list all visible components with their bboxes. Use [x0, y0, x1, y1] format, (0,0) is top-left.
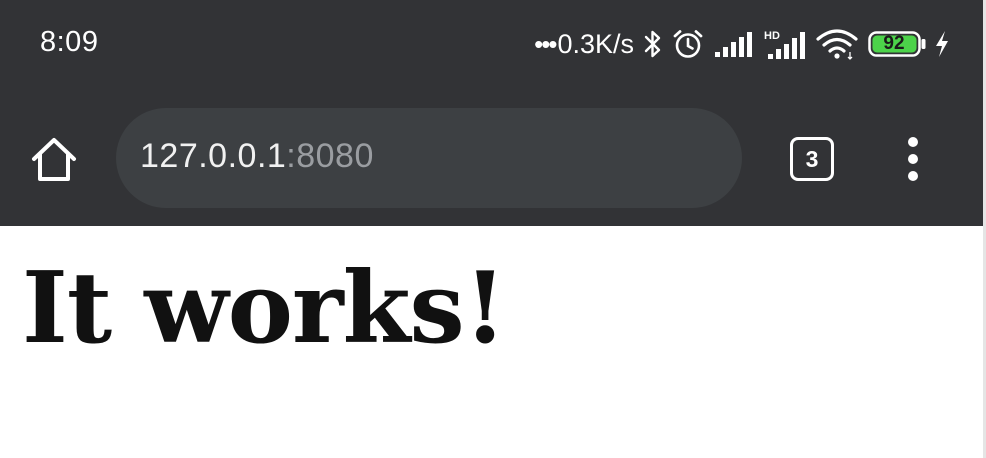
signal-icon: [714, 30, 754, 58]
browser-screen: 8:09 ••• 0.3K/s HD 92 127.0.0.1:8080 3 I…: [0, 0, 986, 458]
status-time: 8:09: [40, 26, 99, 58]
browser-chrome: 8:09 ••• 0.3K/s HD 92 127.0.0.1:8080 3: [0, 0, 986, 226]
tab-switcher-button[interactable]: 3: [790, 137, 834, 181]
url-host: 127.0.0.1: [140, 137, 287, 175]
battery-icon: 92: [868, 31, 926, 57]
page-content: It works!: [0, 226, 986, 458]
charging-icon: [934, 30, 950, 58]
home-button[interactable]: [28, 134, 80, 186]
address-bar[interactable]: 127.0.0.1:8080: [116, 108, 742, 208]
status-icons: ••• 0.3K/s HD 92: [534, 22, 950, 66]
page-heading: It works!: [22, 251, 507, 366]
tab-count: 3: [805, 145, 819, 172]
home-icon: [28, 138, 80, 190]
battery-level: 92: [883, 33, 905, 54]
network-dots: •••: [534, 28, 557, 59]
hd-signal-icon: HD: [764, 28, 806, 60]
alarm-icon: [672, 28, 704, 60]
url-text[interactable]: 127.0.0.1:8080: [140, 137, 374, 176]
svg-text:HD: HD: [764, 30, 780, 42]
bluetooth-icon: [644, 29, 662, 59]
network-speed: ••• 0.3K/s: [534, 29, 634, 60]
url-port: :8080: [286, 137, 374, 175]
more-vert-icon: [898, 137, 928, 186]
wifi-icon: [816, 28, 858, 60]
network-speed-value: 0.3K/s: [557, 28, 634, 59]
menu-button[interactable]: [898, 136, 928, 182]
